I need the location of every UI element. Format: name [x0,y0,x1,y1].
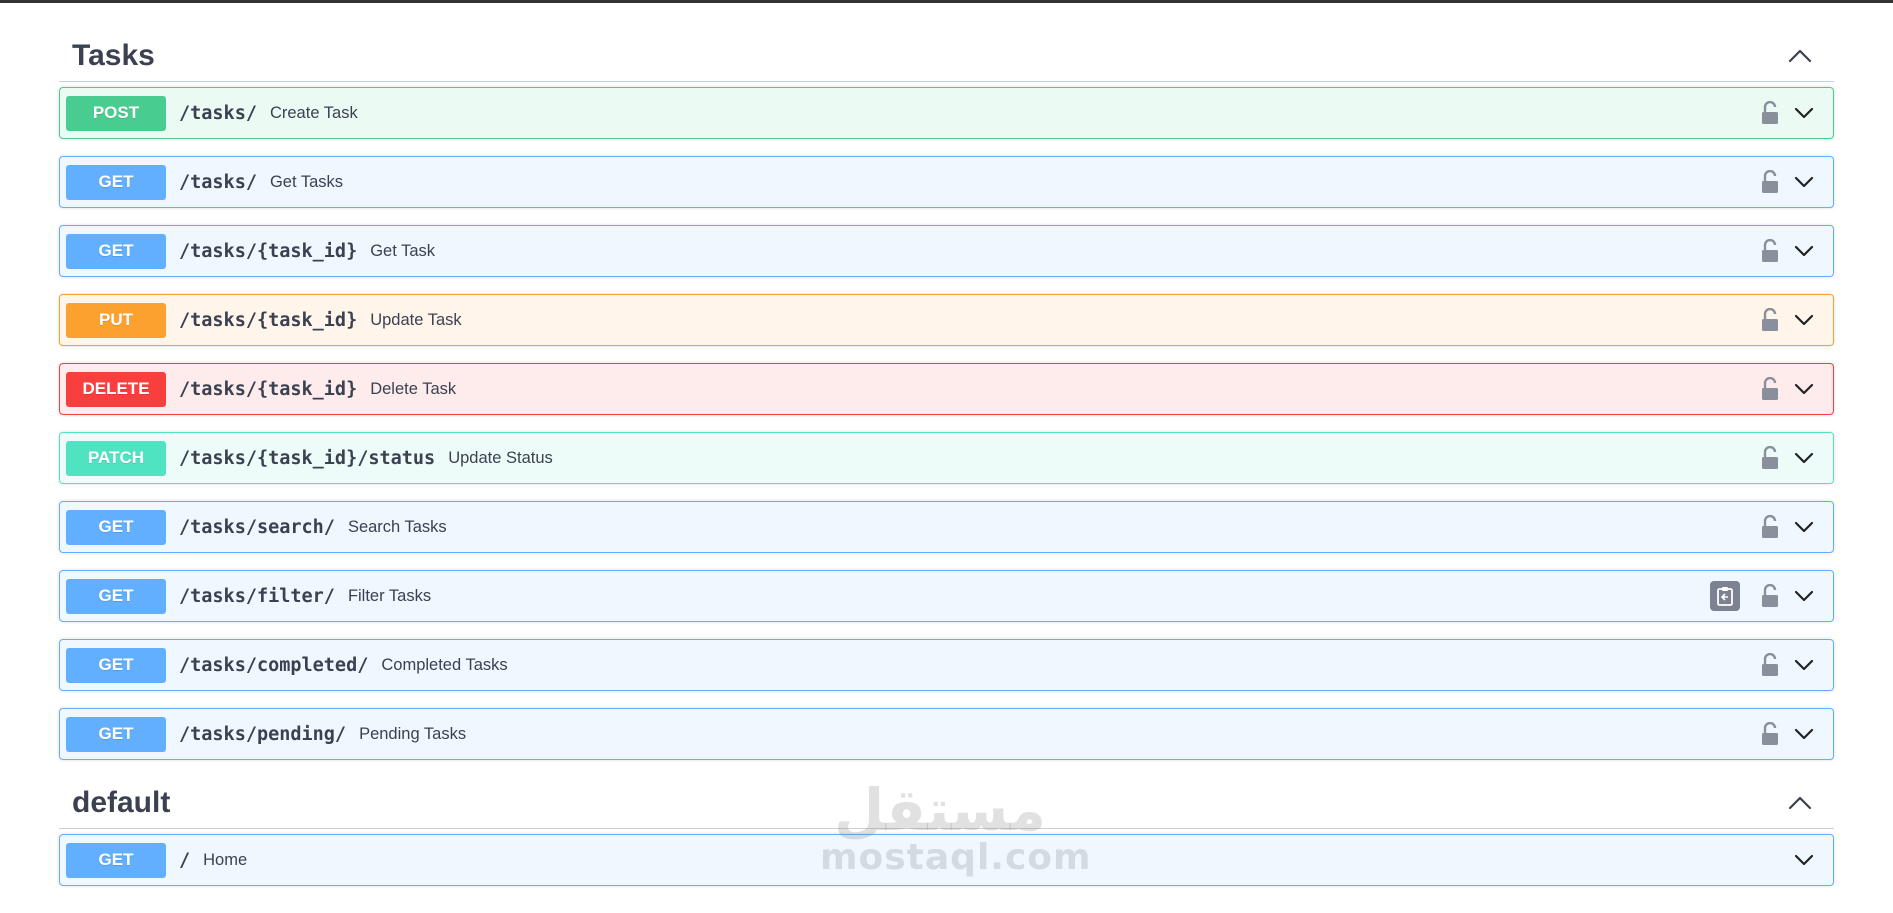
operation-summary: Pending Tasks [359,724,467,743]
operation-path[interactable]: /tasks/ [179,103,257,124]
operation-summary: Get Task [370,241,436,260]
chevron-down-icon[interactable] [1789,98,1819,128]
operation-path[interactable]: /tasks/{task_id}/status [179,448,435,469]
operation-path[interactable]: /tasks/{task_id} [179,310,357,331]
operation-row[interactable]: GET / Home [59,834,1834,886]
chevron-down-icon[interactable] [1789,236,1819,266]
unlock-icon[interactable] [1757,719,1783,749]
operation-path[interactable]: /tasks/completed/ [179,655,368,676]
unlock-icon[interactable] [1757,512,1783,542]
unlock-icon[interactable] [1757,98,1783,128]
chevron-down-icon[interactable] [1789,719,1819,749]
tag-header[interactable]: Tasks [59,30,1834,82]
unlock-icon[interactable] [1757,305,1783,335]
method-badge: GET [66,164,166,200]
chevron-down-icon[interactable] [1789,305,1819,335]
operation-row[interactable]: GET /tasks/pending/ Pending Tasks [59,708,1834,760]
method-badge: GET [66,716,166,752]
operation-summary: Completed Tasks [381,655,508,674]
chevron-down-icon[interactable] [1789,845,1819,875]
chevron-up-icon[interactable] [1786,789,1814,817]
chevron-down-icon[interactable] [1789,167,1819,197]
tag-section-default: default GET / Home [59,777,1834,886]
operation-summary: Home [203,850,248,869]
method-badge: PATCH [66,440,166,476]
unlock-icon[interactable] [1757,650,1783,680]
top-bar [0,0,1893,3]
method-badge: GET [66,842,166,878]
tag-title: Tasks [72,38,155,72]
unlock-icon[interactable] [1757,443,1783,473]
operation-path[interactable]: /tasks/search/ [179,517,335,538]
operation-row[interactable]: GET /tasks/search/ Search Tasks [59,501,1834,553]
operation-row[interactable]: GET /tasks/filter/ Filter Tasks [59,570,1834,622]
operation-row[interactable]: GET /tasks/{task_id} Get Task [59,225,1834,277]
operation-path[interactable]: /tasks/{task_id} [179,241,357,262]
tag-header[interactable]: default [59,777,1834,829]
chevron-down-icon[interactable] [1789,581,1819,611]
operation-row[interactable]: DELETE /tasks/{task_id} Delete Task [59,363,1834,415]
operation-row[interactable]: PUT /tasks/{task_id} Update Task [59,294,1834,346]
operation-row[interactable]: POST /tasks/ Create Task [59,87,1834,139]
unlock-icon[interactable] [1757,167,1783,197]
api-content: Tasks POST /tasks/ Create Task GET /task… [59,30,1834,903]
operation-path[interactable]: /tasks/filter/ [179,586,335,607]
operation-row[interactable]: GET /tasks/completed/ Completed Tasks [59,639,1834,691]
method-badge: GET [66,578,166,614]
copy-clipboard-icon[interactable] [1710,581,1740,611]
operation-summary: Delete Task [370,379,457,398]
method-badge: GET [66,509,166,545]
operation-path[interactable]: / [179,850,190,871]
chevron-down-icon[interactable] [1789,650,1819,680]
operation-summary: Update Status [448,448,553,467]
unlock-icon[interactable] [1757,236,1783,266]
method-badge: PUT [66,302,166,338]
operation-summary: Update Task [370,310,462,329]
method-badge: GET [66,233,166,269]
method-badge: POST [66,95,166,131]
operation-path[interactable]: /tasks/{task_id} [179,379,357,400]
operation-row[interactable]: GET /tasks/ Get Tasks [59,156,1834,208]
operation-row[interactable]: PATCH /tasks/{task_id}/status Update Sta… [59,432,1834,484]
tag-title: default [72,785,171,819]
chevron-down-icon[interactable] [1789,374,1819,404]
method-badge: DELETE [66,371,166,407]
tag-section-tasks: Tasks POST /tasks/ Create Task GET /task… [59,30,1834,760]
operation-summary: Get Tasks [269,172,344,191]
operation-path[interactable]: /tasks/ [179,172,257,193]
operation-path[interactable]: /tasks/pending/ [179,724,346,745]
method-badge: GET [66,647,166,683]
operation-summary: Search Tasks [347,517,447,536]
unlock-icon[interactable] [1757,581,1783,611]
chevron-down-icon[interactable] [1789,512,1819,542]
unlock-icon[interactable] [1757,374,1783,404]
chevron-down-icon[interactable] [1789,443,1819,473]
operation-summary: Create Task [269,103,358,122]
operation-summary: Filter Tasks [347,586,432,605]
chevron-up-icon[interactable] [1786,42,1814,70]
